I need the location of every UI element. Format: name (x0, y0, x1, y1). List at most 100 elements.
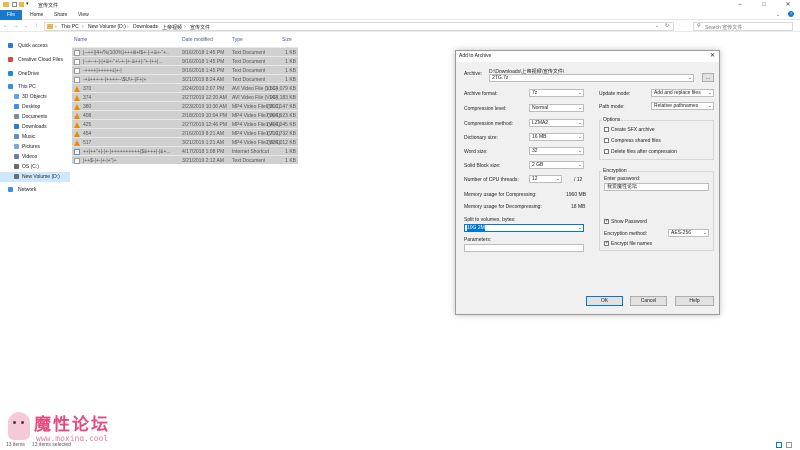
dialog-title-bar: Add to Archive ✕ (456, 51, 719, 62)
table-row[interactable]: -+ⅱ+++-+-|++++--\$U\+-|F+|+ 3/21/2019 8:… (72, 74, 298, 83)
chevron-down-icon: ⌄ (577, 134, 582, 140)
encrypt-names-checkbox[interactable] (604, 240, 609, 246)
dictionary-size-select[interactable]: 16 MB ⌄ (529, 133, 584, 141)
properties-icon[interactable] (12, 2, 17, 7)
nav-label: Network (18, 187, 37, 193)
nav-creative-cloud[interactable]: Creative Cloud Files (0, 55, 70, 65)
refresh-icon[interactable]: ↻ (665, 23, 669, 29)
column-header-name[interactable]: Name (74, 37, 87, 43)
nav-pictures[interactable]: Pictures (0, 142, 70, 152)
drive-icon (14, 174, 19, 179)
chevron-down-icon: ⌄ (577, 90, 582, 96)
quick-access-toolbar[interactable]: ▾ (12, 1, 34, 8)
split-volumes-combo[interactable]: 10G 2M ⌄ (464, 224, 584, 232)
tab-share[interactable]: Share (54, 10, 67, 20)
large-icons-view-icon[interactable] (786, 442, 792, 448)
browse-button[interactable]: ... (702, 73, 714, 82)
archive-format-select[interactable]: 7z ⌄ (529, 89, 584, 97)
close-button[interactable]: ✕ (780, 1, 796, 9)
archive-name-combo[interactable]: 2TG.7z ⌄ (489, 74, 694, 82)
breadcrumb-current[interactable]: 宣传文件 (190, 24, 210, 31)
search-input[interactable]: ⚲ Search 宣传文件 (693, 22, 793, 31)
path-mode-select[interactable]: Relative pathnames ⌄ (651, 102, 714, 110)
column-header-type[interactable]: Type (232, 37, 243, 43)
parameters-input[interactable] (464, 244, 584, 252)
maximize-button[interactable]: □ (756, 1, 772, 9)
nav-music[interactable]: Music (0, 132, 70, 142)
tab-home[interactable]: Home (30, 10, 43, 20)
options-label: Options (602, 117, 622, 123)
breadcrumb-drive[interactable]: New Volume (D:) (88, 24, 126, 30)
column-header-date[interactable]: Date modified (182, 37, 213, 43)
nav-label: This PC (18, 84, 36, 90)
cancel-button[interactable]: Cancel (630, 296, 667, 306)
column-header-size[interactable]: Size (282, 37, 292, 43)
word-size-select[interactable]: 32 ⌄ (529, 147, 584, 155)
solid-block-size-select[interactable]: 2 GB ⌄ (529, 161, 584, 169)
breadcrumb-separator: › (82, 24, 84, 30)
update-mode-select[interactable]: Add and replace files ⌄ (651, 89, 714, 97)
nav-downloads[interactable]: Downloads (0, 122, 70, 132)
breadcrumb-this-pc[interactable]: This PC (61, 24, 79, 30)
nav-documents[interactable]: Documents (0, 112, 70, 122)
details-view-icon[interactable] (776, 442, 782, 448)
videos-icon (14, 154, 19, 159)
tab-file[interactable]: File (0, 10, 22, 20)
compression-method-value: LZMA2 (532, 120, 549, 126)
dialog-close-button[interactable]: ✕ (710, 51, 715, 62)
onedrive-icon (8, 71, 13, 76)
up-button[interactable]: ↑ (32, 22, 40, 30)
sfx-checkbox[interactable] (604, 127, 609, 132)
delete-after-checkbox[interactable] (604, 149, 609, 154)
breadcrumb-folder[interactable]: 上帝视频 (162, 24, 182, 31)
show-password-checkbox[interactable] (604, 218, 609, 224)
password-input[interactable]: 我爱魔性论坛 (604, 183, 709, 191)
compression-method-select[interactable]: LZMA2 ⌄ (529, 119, 584, 127)
breadcrumb-downloads[interactable]: Downloads (133, 24, 158, 30)
nav-3d-objects[interactable]: 3D Objects (0, 92, 70, 102)
forward-button[interactable]: → (12, 22, 20, 30)
help-icon[interactable]: ? (788, 11, 794, 17)
chevron-down-icon[interactable]: ▾ (26, 1, 29, 7)
compression-level-label: Compression level: (464, 106, 507, 112)
nav-this-pc[interactable]: This PC (0, 82, 70, 92)
word-size-label: Word size: (464, 149, 488, 155)
ok-button[interactable]: OK (586, 296, 623, 306)
minimize-button[interactable]: – (732, 1, 748, 9)
address-bar[interactable]: › This PC › New Volume (D:) › Downloads … (44, 22, 674, 31)
tab-view[interactable]: View (78, 10, 89, 20)
help-button[interactable]: Help (675, 296, 714, 306)
table-row[interactable]: |++$-|+-|+-|+"|+ 3/21/2019 2:12 AM Text … (72, 155, 298, 164)
encryption-label: Encryption (602, 168, 628, 174)
folder-icon (3, 2, 9, 7)
table-row[interactable]: -++++|+++++ⅱ|+-| 9/16/2018 1:45 PM Text … (72, 65, 298, 74)
encryption-method-select[interactable]: AES-256 ⌄ (668, 229, 709, 237)
table-row[interactable]: 380 2/23/2019 10:30 AM MP4 Video File (V… (72, 101, 298, 110)
nav-network[interactable]: Network (0, 185, 70, 195)
selected-count: 13 items selected (32, 442, 71, 448)
table-row[interactable]: 370 2/24/2019 2:07 PM AVI Video File (VL… (72, 83, 298, 92)
file-type: Text Document (232, 158, 266, 164)
nav-quick-access[interactable]: Quick access (0, 41, 70, 51)
table-row[interactable]: 374 2/27/2019 12:20 AM AVI Video File (V… (72, 92, 298, 101)
table-row[interactable]: 425 2/27/2019 12:46 PM MP4 Video File (V… (72, 119, 298, 128)
table-row[interactable]: 454 2/16/2019 8:21 AM MP4 Video File (VL… (72, 128, 298, 137)
nav-videos[interactable]: Videos (0, 152, 70, 162)
nav-os-drive[interactable]: OS (C:) (0, 162, 70, 172)
table-row[interactable]: ++|++"+|-|+-|++++++++++|$ⅲ+++|-|ⅲ+... 4/… (72, 146, 298, 155)
back-button[interactable]: ← (2, 22, 10, 30)
expand-ribbon-icon[interactable]: ⌄ (776, 12, 780, 18)
nav-desktop[interactable]: Desktop (0, 102, 70, 112)
nav-new-volume[interactable]: New Volume (D:) (0, 172, 70, 182)
address-dropdown-icon[interactable]: ⌄ (655, 23, 659, 29)
new-folder-icon[interactable] (19, 2, 24, 7)
table-row[interactable]: 408 2/18/2019 10:04 PM MP4 Video File (V… (72, 110, 298, 119)
cpu-threads-select[interactable]: 12 ⌄ (529, 175, 562, 183)
table-row[interactable]: |--++|(4+/%(100%)+++Ⅲ+l$+-|-+ⅲ+-"+.. 9/1… (72, 47, 298, 56)
recent-locations-button[interactable]: ⌄ (22, 22, 30, 30)
table-row[interactable]: 517 3/21/2019 1:21 AM MP4 Video File (VL… (72, 137, 298, 146)
shared-files-checkbox[interactable] (604, 138, 609, 143)
nav-onedrive[interactable]: OneDrive (0, 69, 70, 79)
compression-level-select[interactable]: Normal ⌄ (529, 104, 584, 112)
table-row[interactable]: |--+--+-|-|+ⅲ+-"+\-+-|+-ⅲ++|-"+-|++|... … (72, 56, 298, 65)
